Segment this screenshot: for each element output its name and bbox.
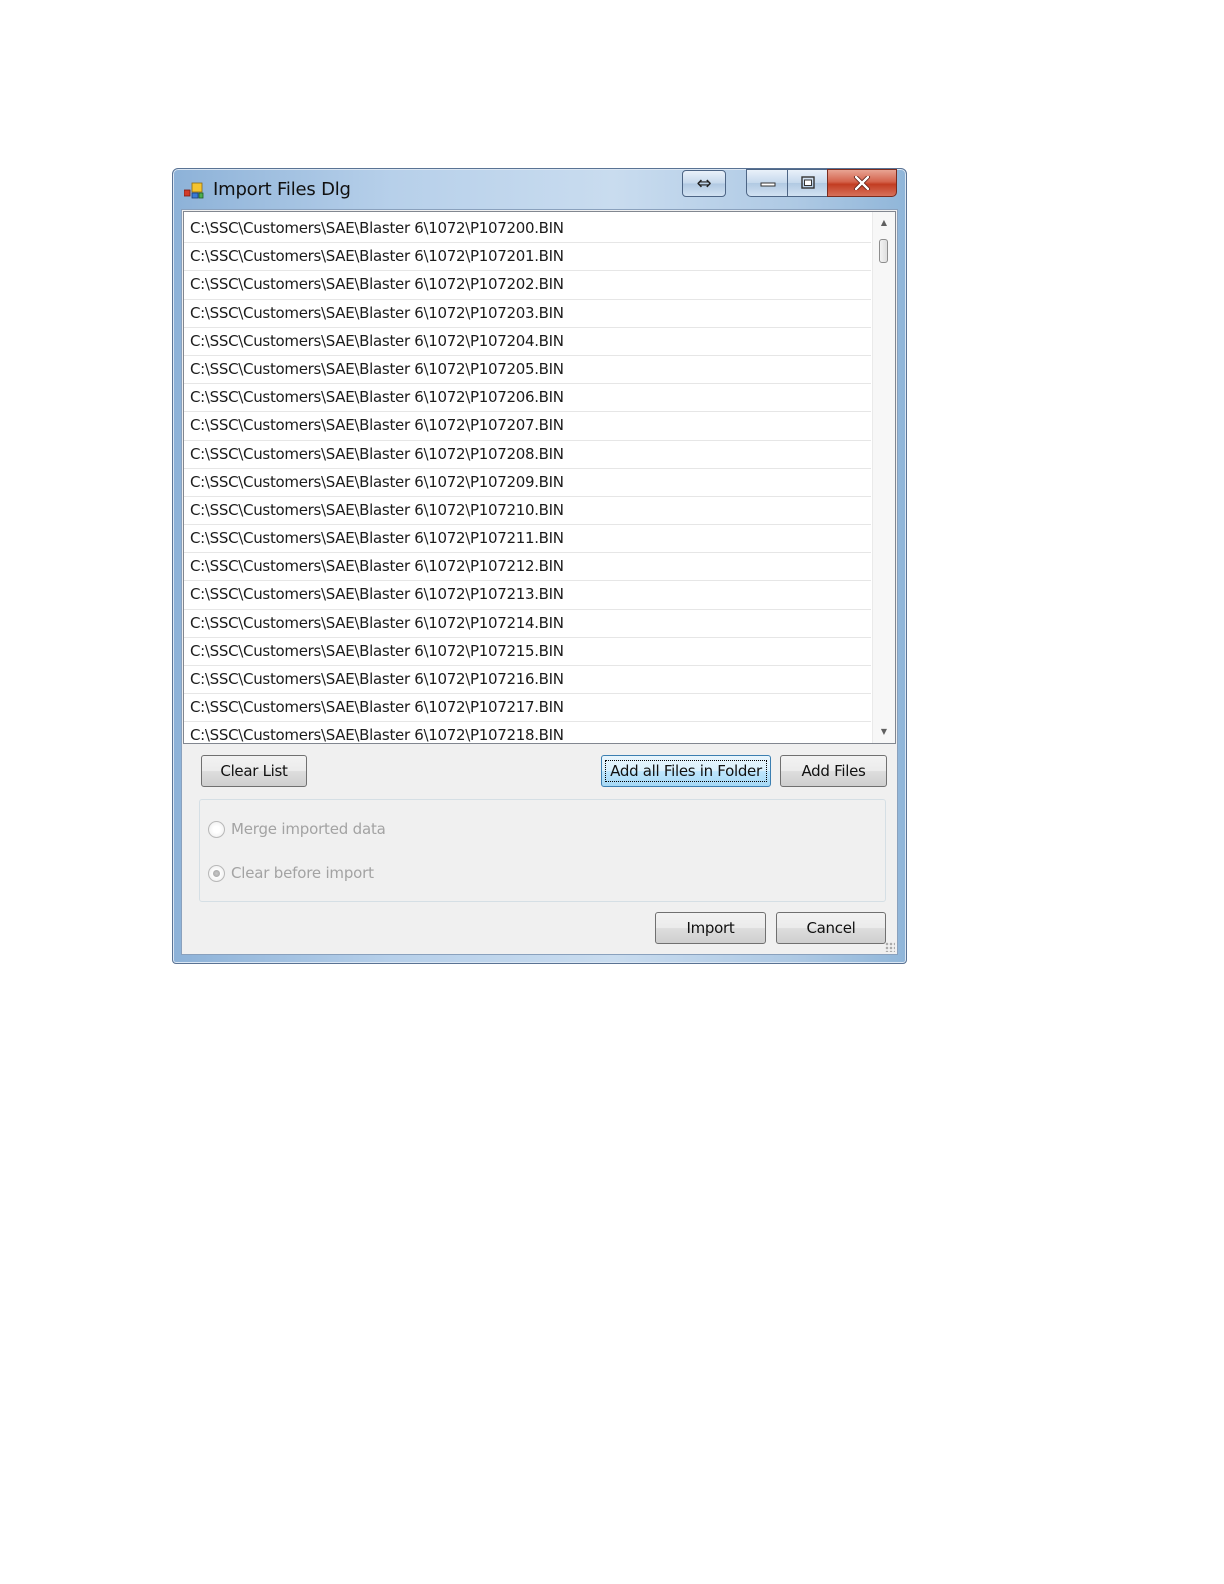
- dialog-client-area: C:\SSC\Customers\SAE\Blaster 6\1072\P107…: [181, 209, 898, 955]
- maximize-button[interactable]: [787, 169, 828, 197]
- list-item[interactable]: C:\SSC\Customers\SAE\Blaster 6\1072\P107…: [184, 722, 871, 743]
- scroll-down-arrow-icon[interactable]: ▼: [873, 723, 895, 741]
- import-button[interactable]: Import: [655, 912, 766, 944]
- list-item[interactable]: C:\SSC\Customers\SAE\Blaster 6\1072\P107…: [184, 694, 871, 723]
- title-bar[interactable]: Import Files Dlg ⇔: [173, 169, 906, 209]
- list-item[interactable]: C:\SSC\Customers\SAE\Blaster 6\1072\P107…: [184, 412, 871, 441]
- file-list-rows: C:\SSC\Customers\SAE\Blaster 6\1072\P107…: [184, 215, 871, 743]
- scroll-up-arrow-icon[interactable]: ▲: [873, 214, 895, 232]
- list-item[interactable]: C:\SSC\Customers\SAE\Blaster 6\1072\P107…: [184, 497, 871, 526]
- minimize-button[interactable]: [746, 169, 788, 197]
- merge-imported-data-label: Merge imported data: [231, 820, 386, 838]
- import-files-dialog: Import Files Dlg ⇔ C:\SSC\Customers\SAE\…: [172, 168, 907, 964]
- list-item[interactable]: C:\SSC\Customers\SAE\Blaster 6\1072\P107…: [184, 356, 871, 385]
- window-title: Import Files Dlg: [213, 179, 351, 200]
- list-item[interactable]: C:\SSC\Customers\SAE\Blaster 6\1072\P107…: [184, 525, 871, 554]
- list-item[interactable]: C:\SSC\Customers\SAE\Blaster 6\1072\P107…: [184, 384, 871, 413]
- import-options-group: Merge imported data Clear before import: [199, 799, 886, 902]
- add-all-files-in-folder-label: Add all Files in Folder: [605, 760, 767, 782]
- cancel-button[interactable]: Cancel: [776, 912, 886, 944]
- list-item[interactable]: C:\SSC\Customers\SAE\Blaster 6\1072\P107…: [184, 215, 871, 244]
- add-all-files-in-folder-button[interactable]: Add all Files in Folder: [601, 755, 771, 787]
- merge-imported-data-option[interactable]: Merge imported data: [208, 820, 386, 838]
- import-label: Import: [686, 919, 735, 937]
- close-icon: [854, 176, 870, 190]
- minimize-icon: [760, 182, 775, 187]
- scroll-thumb[interactable]: [879, 239, 888, 263]
- list-item[interactable]: C:\SSC\Customers\SAE\Blaster 6\1072\P107…: [184, 553, 871, 582]
- resize-grip[interactable]: [885, 942, 895, 952]
- file-listbox[interactable]: C:\SSC\Customers\SAE\Blaster 6\1072\P107…: [183, 211, 896, 744]
- app-window-icon: [184, 182, 204, 199]
- clear-before-import-label: Clear before import: [231, 864, 374, 882]
- close-button[interactable]: [827, 169, 897, 197]
- clear-before-import-option[interactable]: Clear before import: [208, 864, 374, 882]
- list-item[interactable]: C:\SSC\Customers\SAE\Blaster 6\1072\P107…: [184, 300, 871, 328]
- merge-imported-data-radio[interactable]: [208, 820, 225, 838]
- list-item[interactable]: C:\SSC\Customers\SAE\Blaster 6\1072\P107…: [184, 328, 871, 356]
- list-item[interactable]: C:\SSC\Customers\SAE\Blaster 6\1072\P107…: [184, 666, 871, 695]
- list-item[interactable]: C:\SSC\Customers\SAE\Blaster 6\1072\P107…: [184, 271, 871, 300]
- list-item[interactable]: C:\SSC\Customers\SAE\Blaster 6\1072\P107…: [184, 469, 871, 497]
- add-files-label: Add Files: [801, 762, 866, 780]
- maximize-icon: [800, 176, 815, 189]
- list-item[interactable]: C:\SSC\Customers\SAE\Blaster 6\1072\P107…: [184, 638, 871, 666]
- list-item[interactable]: C:\SSC\Customers\SAE\Blaster 6\1072\P107…: [184, 581, 871, 610]
- clear-list-button[interactable]: Clear List: [201, 755, 307, 787]
- clear-before-import-radio[interactable]: [208, 864, 225, 882]
- list-item[interactable]: C:\SSC\Customers\SAE\Blaster 6\1072\P107…: [184, 610, 871, 638]
- resize-button[interactable]: ⇔: [682, 170, 726, 197]
- resize-horizontal-icon: ⇔: [696, 173, 712, 194]
- list-item[interactable]: C:\SSC\Customers\SAE\Blaster 6\1072\P107…: [184, 243, 871, 272]
- add-files-button[interactable]: Add Files: [780, 755, 887, 787]
- cancel-label: Cancel: [806, 919, 856, 937]
- clear-list-label: Clear List: [220, 762, 288, 780]
- list-item[interactable]: C:\SSC\Customers\SAE\Blaster 6\1072\P107…: [184, 441, 871, 469]
- vertical-scrollbar[interactable]: ▲ ▼: [872, 212, 895, 743]
